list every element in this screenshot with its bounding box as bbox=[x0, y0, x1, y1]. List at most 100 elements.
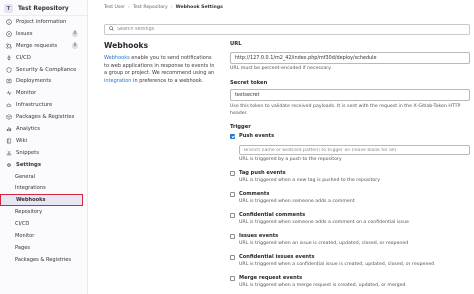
settings-sub-integrations[interactable]: Integrations bbox=[0, 182, 88, 194]
project-avatar: T bbox=[4, 4, 13, 13]
chevron-right-icon: › bbox=[170, 4, 173, 10]
branch-filter-input[interactable] bbox=[244, 147, 464, 153]
settings-sub-packages[interactable]: Packages & Registries bbox=[0, 254, 88, 266]
merge-request-events-label[interactable]: Merge request events bbox=[239, 275, 302, 281]
intro-description: Webhooks enable you to send notification… bbox=[104, 55, 218, 85]
breadcrumb-project[interactable]: Test Repository bbox=[133, 5, 168, 10]
search-box[interactable] bbox=[104, 24, 470, 35]
snippet-icon bbox=[5, 149, 12, 156]
confidential-issues-events-checkbox[interactable] bbox=[230, 255, 235, 260]
confidential-comments-help: URL is triggered when someone adds a com… bbox=[239, 220, 409, 225]
sidebar-nav: Project information Issues 0 Merge reque… bbox=[0, 16, 88, 266]
merge-request-events-help: URL is triggered when a merge request is… bbox=[239, 283, 406, 288]
project-name: Test Repository bbox=[18, 5, 69, 12]
sidebar-item-label: Deployments bbox=[16, 78, 52, 85]
webhooks-doc-link[interactable]: Webhooks bbox=[104, 55, 130, 61]
sidebar-item-label: Security & Compliance bbox=[16, 66, 77, 73]
sidebar-item-label: Packages & Registries bbox=[16, 114, 75, 121]
sidebar-item-issues[interactable]: Issues 0 bbox=[0, 28, 88, 40]
chart-icon bbox=[5, 125, 12, 132]
cloud-icon bbox=[5, 102, 12, 109]
intro-text-b: in preference to a webhook. bbox=[131, 77, 204, 84]
sidebar: T Test Repository Project information Is… bbox=[0, 0, 88, 294]
url-field[interactable] bbox=[235, 55, 465, 61]
secret-token-field[interactable] bbox=[235, 92, 465, 98]
integration-doc-link[interactable]: integration bbox=[104, 78, 131, 84]
sidebar-item-ci-cd[interactable]: CI/CD bbox=[0, 52, 88, 64]
push-events-help: URL is triggered by a push to the reposi… bbox=[239, 157, 342, 162]
merge-requests-count-badge: 0 bbox=[72, 42, 78, 49]
sidebar-item-settings[interactable]: Settings bbox=[0, 159, 88, 171]
project-header[interactable]: T Test Repository bbox=[4, 3, 84, 14]
issues-events-help: URL is triggered when an issue is create… bbox=[239, 241, 409, 246]
info-icon bbox=[5, 18, 12, 25]
tag-push-events-label[interactable]: Tag push events bbox=[239, 170, 286, 176]
settings-sub-repository[interactable]: Repository bbox=[0, 206, 88, 218]
push-events-checkbox[interactable] bbox=[230, 134, 235, 139]
sidebar-item-merge-requests[interactable]: Merge requests 0 bbox=[0, 40, 88, 52]
sidebar-item-label: CI/CD bbox=[16, 54, 31, 61]
sidebar-item-label: Issues bbox=[16, 30, 33, 37]
gear-icon bbox=[5, 161, 12, 168]
sidebar-item-analytics[interactable]: Analytics bbox=[0, 123, 88, 135]
push-events-label[interactable]: Push events bbox=[239, 133, 274, 139]
sidebar-item-project-information[interactable]: Project information bbox=[0, 16, 88, 28]
url-help: URL must be percent-encoded if necessary… bbox=[230, 66, 332, 71]
issues-events-checkbox[interactable] bbox=[230, 234, 235, 239]
breadcrumb: Test User › Test Repository › Webhook Se… bbox=[104, 3, 223, 11]
sidebar-item-snippets[interactable]: Snippets bbox=[0, 147, 88, 159]
monitor-icon bbox=[5, 90, 12, 97]
confidential-comments-checkbox[interactable] bbox=[230, 213, 235, 218]
sidebar-item-label: Monitor bbox=[16, 90, 37, 97]
issues-icon bbox=[5, 30, 12, 37]
rocket-icon bbox=[5, 54, 12, 61]
settings-sub-general[interactable]: General bbox=[0, 171, 88, 183]
sidebar-item-label: Wiki bbox=[16, 137, 28, 144]
sidebar-item-label: Merge requests bbox=[16, 42, 58, 49]
sidebar-item-infrastructure[interactable]: Infrastructure bbox=[0, 99, 88, 111]
tag-push-events-help: URL is triggered when a new tag is pushe… bbox=[239, 178, 380, 183]
secret-token-label: Secret token bbox=[230, 80, 268, 86]
merge-request-events-checkbox[interactable] bbox=[230, 276, 235, 281]
confidential-issues-events-label[interactable]: Confidential issues events bbox=[239, 254, 315, 260]
breadcrumb-user[interactable]: Test User bbox=[104, 5, 125, 10]
confidential-comments-label[interactable]: Confidential comments bbox=[239, 212, 305, 218]
breadcrumb-current[interactable]: Webhook Settings bbox=[176, 5, 223, 10]
sidebar-item-packages[interactable]: Packages & Registries bbox=[0, 111, 88, 123]
comments-checkbox[interactable] bbox=[230, 192, 235, 197]
tag-push-events-checkbox[interactable] bbox=[230, 171, 235, 176]
sidebar-item-deployments[interactable]: Deployments bbox=[0, 75, 88, 87]
issues-events-label[interactable]: Issues events bbox=[239, 233, 278, 239]
confidential-issues-events-help: URL is triggered when a confidential iss… bbox=[239, 262, 435, 267]
shield-icon bbox=[5, 66, 12, 73]
token-help-line-1: Use this token to validate received payl… bbox=[230, 104, 461, 109]
search-input[interactable] bbox=[117, 27, 457, 32]
comments-help: URL is triggered when someone adds a com… bbox=[239, 199, 355, 204]
page-title: Webhooks bbox=[104, 41, 149, 50]
settings-sub-webhooks[interactable]: Webhooks bbox=[0, 194, 83, 207]
package-icon bbox=[5, 114, 12, 121]
url-field-box[interactable] bbox=[230, 52, 470, 64]
book-icon bbox=[5, 137, 12, 144]
sidebar-item-label: Analytics bbox=[16, 125, 41, 132]
issues-count-badge: 0 bbox=[72, 30, 78, 37]
settings-sub-monitor[interactable]: Monitor bbox=[0, 230, 88, 242]
search-icon bbox=[109, 26, 114, 33]
chevron-right-icon: › bbox=[127, 4, 130, 10]
secret-token-box[interactable] bbox=[230, 89, 470, 101]
comments-label[interactable]: Comments bbox=[239, 191, 269, 197]
sidebar-item-label: Settings bbox=[16, 161, 42, 168]
branch-filter-box[interactable] bbox=[239, 145, 470, 155]
sidebar-item-label: Infrastructure bbox=[16, 102, 53, 109]
sidebar-item-label: Project information bbox=[16, 18, 67, 25]
settings-sub-pages[interactable]: Pages bbox=[0, 242, 88, 254]
sidebar-item-label: Snippets bbox=[16, 149, 40, 156]
sidebar-item-security[interactable]: Security & Compliance bbox=[0, 64, 88, 76]
url-label: URL bbox=[230, 41, 242, 47]
merge-request-icon bbox=[5, 42, 12, 49]
sidebar-item-monitor[interactable]: Monitor bbox=[0, 87, 88, 99]
sidebar-item-wiki[interactable]: Wiki bbox=[0, 135, 88, 147]
trigger-label: Trigger bbox=[230, 124, 251, 130]
token-help-line-2: header. bbox=[230, 111, 248, 116]
settings-sub-ci-cd[interactable]: CI/CD bbox=[0, 218, 88, 230]
